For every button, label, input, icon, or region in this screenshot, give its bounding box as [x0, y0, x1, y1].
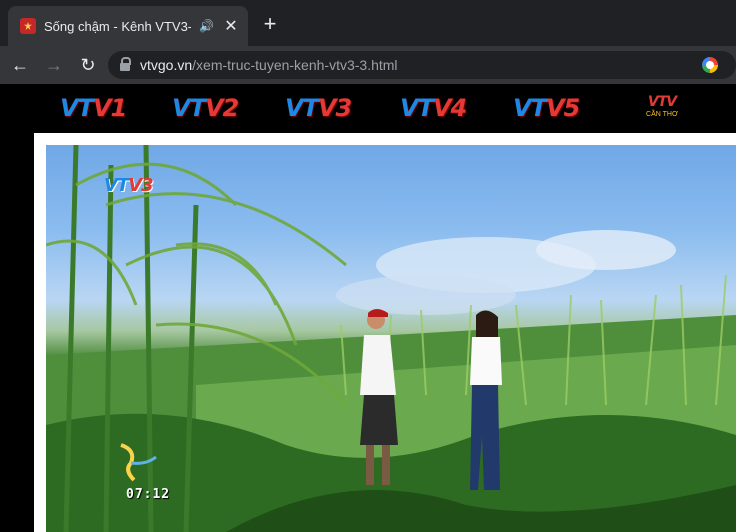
vtv3-watermark-logo: VTV3: [104, 175, 154, 196]
channel-nav: VTV1 VTV2 VTV3 VTV4 VTV5 VTV CẦN THƠ: [0, 84, 736, 130]
browser-toolbar: ← → ↻ vtvgo.vn /xem-truc-tuyen-kenh-vtv3…: [0, 46, 736, 84]
video-player[interactable]: VTV3 07:12: [46, 145, 736, 532]
channel-vtv1-logo[interactable]: VTV1: [60, 94, 127, 122]
channel-vtv3-logo[interactable]: VTV3: [285, 94, 352, 122]
back-button[interactable]: ←: [6, 51, 34, 79]
url-host: vtvgo.vn: [140, 57, 193, 73]
broadcast-clock: 07:12: [126, 487, 171, 502]
new-tab-button[interactable]: +: [258, 12, 282, 36]
tab-strip: Sống chậm - Kênh VTV3- 🔊 ✕ +: [0, 0, 736, 46]
channel-vtv-cantho-logo[interactable]: VTV CẦN THƠ: [640, 94, 684, 118]
address-bar[interactable]: vtvgo.vn /xem-truc-tuyen-kenh-vtv3-3.htm…: [108, 51, 736, 79]
channel-vtv4-logo[interactable]: VTV4: [400, 94, 467, 122]
tab-title: Sống chậm - Kênh VTV3-: [44, 18, 192, 34]
reload-button[interactable]: ↻: [74, 51, 102, 79]
channel-vtv2-logo[interactable]: VTV2: [172, 94, 239, 122]
lock-icon[interactable]: [120, 57, 131, 71]
url-path: /xem-truc-tuyen-kenh-vtv3-3.html: [192, 57, 398, 73]
forward-button[interactable]: →: [40, 51, 68, 79]
channel-vtv5-logo[interactable]: VTV5: [513, 94, 580, 122]
video-frame-image: [46, 145, 736, 532]
speaker-icon[interactable]: 🔊: [199, 19, 214, 33]
browser-tab[interactable]: Sống chậm - Kênh VTV3- 🔊 ✕: [8, 6, 248, 46]
vtv-favicon-icon: [20, 18, 36, 34]
google-icon[interactable]: [702, 57, 718, 73]
close-tab-icon[interactable]: ✕: [222, 16, 240, 36]
